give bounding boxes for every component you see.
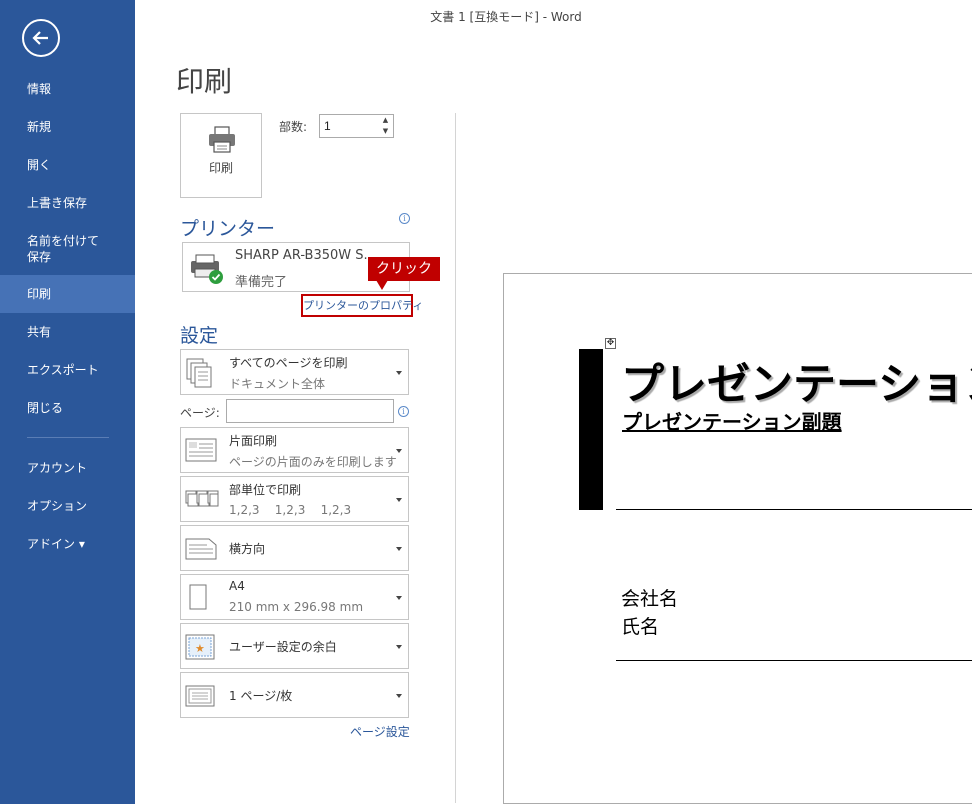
chevron-down-icon — [396, 694, 402, 698]
horizontal-rule — [616, 509, 972, 510]
orientation-select[interactable]: 横方向 — [180, 525, 409, 571]
printer-heading: プリンター — [180, 218, 276, 240]
sidebar-item-save[interactable]: 上書き保存 — [0, 195, 135, 211]
document-subtitle: プレゼンテーション副題 — [622, 410, 842, 434]
setting-sub-label: ドキュメント全体 — [229, 377, 326, 391]
click-callout: クリック — [368, 257, 440, 281]
panel-divider — [455, 113, 456, 803]
sidebar-item-close[interactable]: 閉じる — [0, 400, 135, 416]
page-title: 印刷 — [176, 65, 233, 98]
copies-spinner[interactable]: ▲ ▼ — [378, 115, 393, 137]
info-icon[interactable]: i — [398, 406, 409, 417]
sidebar-item-info[interactable]: 情報 — [0, 81, 135, 97]
printer-icon — [207, 126, 237, 158]
settings-heading: 設定 — [180, 325, 219, 347]
pages-input[interactable] — [226, 399, 394, 423]
page-setup-link[interactable]: ページ設定 — [350, 723, 410, 740]
sides-select[interactable]: 片面印刷 ページの片面のみを印刷します — [180, 427, 409, 473]
setting-main-label: 1 ページ/枚 — [229, 689, 293, 703]
setting-main-label: 部単位で印刷 — [229, 483, 302, 497]
chevron-down-icon — [396, 371, 402, 375]
setting-main-label: ユーザー設定の余白 — [229, 640, 337, 654]
printer-status: 準備完了 — [235, 275, 288, 290]
setting-main-label: 横方向 — [229, 542, 266, 556]
sidebar-item-print[interactable]: 印刷 — [0, 275, 135, 313]
sidebar-item-account[interactable]: アカウント — [0, 460, 135, 476]
person-name: 氏名 — [621, 616, 660, 638]
pages-per-sheet-select[interactable]: 1 ページ/枚 — [180, 672, 409, 718]
print-preview: ✥ プレゼンテーション プレゼンテーション副題 会社名 氏名 — [503, 273, 972, 804]
setting-sub-label: 1,2,3 1,2,3 1,2,3 — [229, 503, 352, 517]
chevron-down-icon — [396, 596, 402, 600]
svg-text:★: ★ — [195, 642, 205, 655]
print-range-select[interactable]: すべてのページを印刷 ドキュメント全体 — [180, 349, 409, 395]
setting-main-label: 片面印刷 — [229, 434, 278, 448]
pages-stack-icon — [185, 357, 215, 393]
setting-main-label: A4 — [229, 579, 245, 593]
setting-sub-label: ページの片面のみを印刷します — [229, 455, 397, 469]
paper-size-icon — [189, 583, 209, 615]
sidebar-divider — [27, 437, 109, 438]
chevron-down-icon — [396, 498, 402, 502]
backstage-sidebar: 情報 新規 開く 上書き保存 名前を付けて 保存 印刷 共有 エクスポート 閉じ… — [0, 0, 135, 804]
sidebar-item-export[interactable]: エクスポート — [0, 362, 135, 378]
printer-name: SHARP AR-B350W S... — [235, 248, 376, 263]
sidebar-item-save-as[interactable]: 名前を付けて 保存 — [0, 233, 135, 265]
sidebar-item-addins[interactable]: アドイン ▾ — [0, 536, 135, 552]
copies-label: 部数: — [279, 120, 308, 134]
chevron-down-icon — [396, 449, 402, 453]
printer-properties-link[interactable]: プリンターのプロパティ — [301, 294, 423, 317]
margins-select[interactable]: ★ ユーザー設定の余白 — [180, 623, 409, 669]
sidebar-item-new[interactable]: 新規 — [0, 119, 135, 135]
paper-size-select[interactable]: A4 210 mm x 296.98 mm — [180, 574, 409, 620]
info-icon[interactable]: i — [399, 213, 410, 224]
title-accent-bar — [579, 349, 603, 510]
move-handle-icon[interactable]: ✥ — [605, 338, 616, 349]
setting-sub-label: 210 mm x 296.98 mm — [229, 600, 364, 614]
print-button[interactable]: 印刷 — [180, 113, 262, 198]
sidebar-item-open[interactable]: 開く — [0, 157, 135, 173]
print-button-label: 印刷 — [208, 161, 233, 175]
chevron-down-icon — [396, 645, 402, 649]
one-sided-icon — [185, 437, 217, 467]
landscape-icon — [185, 537, 217, 565]
spin-up-icon[interactable]: ▲ — [378, 115, 393, 126]
sidebar-item-share[interactable]: 共有 — [0, 324, 135, 340]
spin-down-icon[interactable]: ▼ — [378, 126, 393, 137]
chevron-down-icon — [396, 547, 402, 551]
pages-per-sheet-icon — [185, 684, 217, 712]
callout-pointer — [376, 280, 388, 290]
printer-ready-icon — [186, 251, 226, 289]
margins-icon: ★ — [185, 633, 217, 665]
window-title: 文書 1 [互換モード] - Word — [430, 10, 582, 24]
sidebar-item-options[interactable]: オプション — [0, 498, 135, 514]
company-name: 会社名 — [621, 588, 679, 610]
collate-select[interactable]: 部単位で印刷 1,2,3 1,2,3 1,2,3 — [180, 476, 409, 522]
horizontal-rule — [616, 660, 972, 661]
collate-icon — [185, 489, 219, 513]
setting-main-label: すべてのページを印刷 — [229, 356, 348, 370]
document-title: プレゼンテーション — [621, 360, 972, 410]
pages-label: ページ: — [180, 406, 220, 420]
